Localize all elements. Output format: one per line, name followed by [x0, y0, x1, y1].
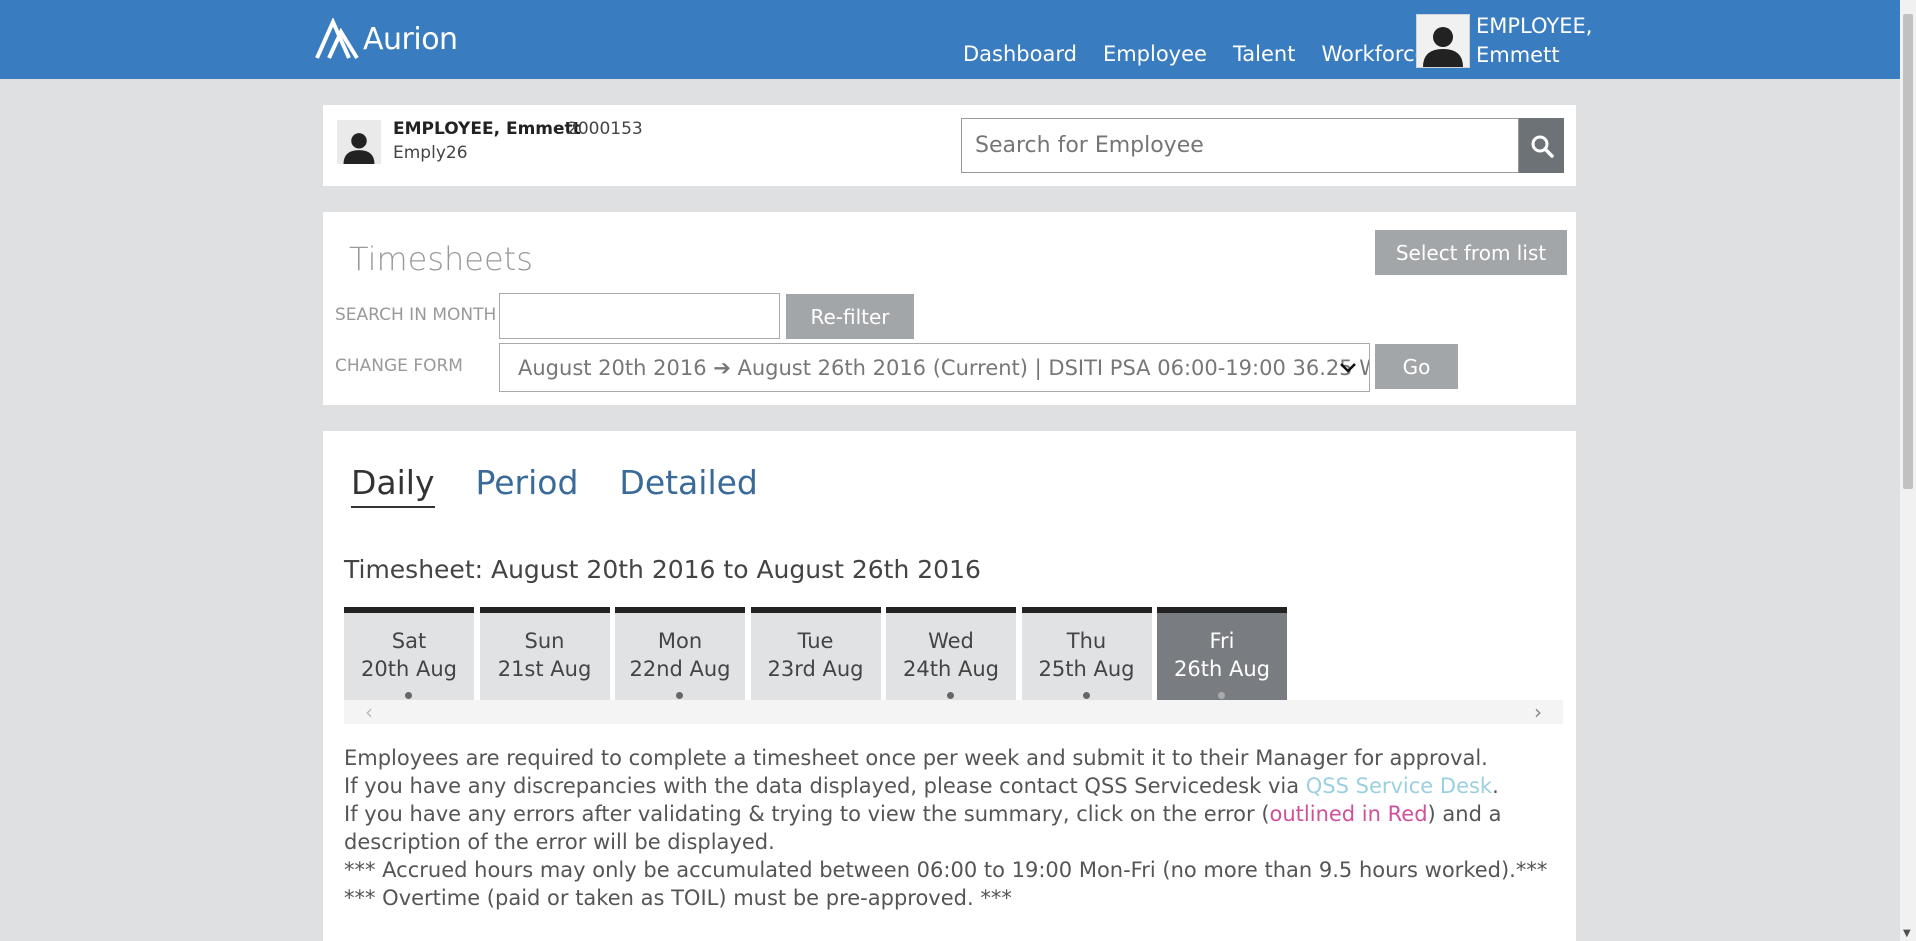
timesheets-title: Timesheets [349, 240, 533, 278]
day-date: 20th Aug [361, 657, 457, 681]
day-name: Fri [1209, 629, 1235, 653]
search-icon [1531, 135, 1554, 158]
user-avatar-icon [1423, 27, 1463, 67]
timesheet-main-card: Daily Period Detailed Timesheet: August … [323, 431, 1576, 941]
day-selector: Sat 20th Aug Sun 21st Aug Mon 22nd Aug T… [344, 607, 1293, 701]
chevron-left-icon[interactable]: ‹ [365, 700, 373, 724]
timesheet-heading: Timesheet: August 20th 2016 to August 26… [344, 555, 981, 584]
day-entry-dot [1082, 692, 1090, 699]
day-name: Mon [657, 629, 703, 653]
instruction-text: If you have any errors after validating … [344, 802, 1270, 826]
day-name: Wed [928, 629, 974, 653]
logo-text: Aurion [363, 21, 458, 57]
employee-username: Emply26 [393, 143, 468, 163]
aurion-logo[interactable]: Aurion [315, 18, 458, 60]
day-tab-sun[interactable]: Sun 21st Aug [479, 607, 610, 701]
refilter-button[interactable]: Re-filter [786, 294, 914, 339]
day-date: 22nd Aug [629, 657, 731, 681]
aurion-logo-icon [315, 18, 359, 60]
day-name: Sat [391, 629, 427, 653]
instruction-line: *** Overtime (paid or taken as TOIL) mus… [344, 886, 1012, 910]
day-tab-sat[interactable]: Sat 20th Aug [344, 607, 474, 701]
tab-period[interactable]: Period [476, 463, 579, 508]
day-date: 26th Aug [1174, 657, 1270, 681]
change-form-label: CHANGE FORM [335, 356, 463, 376]
nav-employee[interactable]: Employee [1103, 42, 1207, 66]
day-name: Tue [797, 629, 834, 653]
nav-workforce[interactable]: Workforce [1321, 42, 1427, 66]
chevron-down-icon [1340, 363, 1356, 373]
instruction-line: Employees are required to complete a tim… [344, 746, 1488, 770]
instruction-line: If you have any errors after validating … [344, 800, 1563, 856]
day-name: Thu [1066, 629, 1107, 653]
instruction-line: *** Accrued hours may only be accumulate… [344, 858, 1548, 882]
user-name-line2: Emmett [1476, 43, 1560, 67]
day-tab-wed[interactable]: Wed 24th Aug [886, 607, 1016, 701]
employee-card: EMPLOYEE, Emmett 2000153 Emply26 [323, 105, 1576, 186]
scrollbar-thumb[interactable] [1903, 14, 1913, 489]
day-entry-dot [947, 692, 954, 699]
employee-id: 2000153 [567, 119, 643, 139]
employee-avatar-icon [343, 133, 375, 164]
instruction-text: If you have any discrepancies with the d… [344, 774, 1306, 798]
search-in-month-label: SEARCH IN MONTH [335, 305, 497, 325]
user-name: EMPLOYEE, Emmett [1476, 12, 1592, 70]
day-scroll-bar: ‹ › [344, 700, 1563, 724]
day-tab-thu[interactable]: Thu 25th Aug [1021, 607, 1152, 701]
top-navbar: Aurion Dashboard Employee Talent Workfor… [0, 0, 1900, 79]
day-tab-mon[interactable]: Mon 22nd Aug [615, 607, 745, 701]
day-entry-dot [405, 692, 412, 699]
go-button[interactable]: Go [1375, 344, 1458, 389]
day-date: 21st Aug [497, 657, 592, 681]
employee-search-input[interactable] [961, 118, 1519, 173]
select-from-list-button[interactable]: Select from list [1375, 230, 1567, 275]
employee-search-button[interactable] [1519, 118, 1564, 173]
view-tabs: Daily Period Detailed [351, 463, 799, 508]
change-form-select[interactable]: August 20th 2016 ➔ August 26th 2016 (Cur… [499, 343, 1370, 392]
nav-talent[interactable]: Talent [1233, 42, 1296, 66]
day-date: 24th Aug [903, 657, 999, 681]
chevron-right-icon[interactable]: › [1534, 700, 1542, 724]
qss-service-desk-link[interactable]: QSS Service Desk [1306, 774, 1492, 798]
instruction-line: If you have any discrepancies with the d… [344, 772, 1563, 800]
employee-name: EMPLOYEE, Emmett [393, 119, 581, 139]
instructions-text: Employees are required to complete a tim… [344, 744, 1563, 912]
main-nav: Dashboard Employee Talent Workforce [963, 42, 1454, 66]
instruction-text: . [1492, 774, 1499, 798]
employee-avatar [337, 120, 381, 164]
day-name: Sun [524, 629, 565, 653]
day-entry-dot [1218, 692, 1225, 699]
search-in-month-input[interactable] [499, 293, 780, 339]
user-menu[interactable]: EMPLOYEE, Emmett [1416, 14, 1592, 70]
day-tab-fri[interactable]: Fri 26th Aug [1157, 607, 1287, 701]
timesheets-card: Timesheets Select from list SEARCH IN MO… [323, 212, 1576, 405]
day-entry-dot [676, 692, 683, 699]
user-name-line1: EMPLOYEE, [1476, 14, 1593, 38]
scroll-down-icon[interactable]: ▼ [1903, 928, 1911, 939]
user-avatar [1416, 14, 1470, 68]
tab-daily[interactable]: Daily [351, 463, 435, 508]
nav-dashboard[interactable]: Dashboard [963, 42, 1077, 66]
day-tab-tue[interactable]: Tue 23rd Aug [750, 607, 881, 701]
day-date: 23rd Aug [767, 657, 864, 681]
day-date: 25th Aug [1038, 657, 1135, 681]
outlined-in-red-text: outlined in Red [1269, 802, 1428, 826]
tab-detailed[interactable]: Detailed [619, 463, 757, 508]
change-form-value: August 20th 2016 ➔ August 26th 2016 (Cur… [518, 356, 1370, 380]
page-scrollbar[interactable]: ▼ [1900, 0, 1916, 941]
